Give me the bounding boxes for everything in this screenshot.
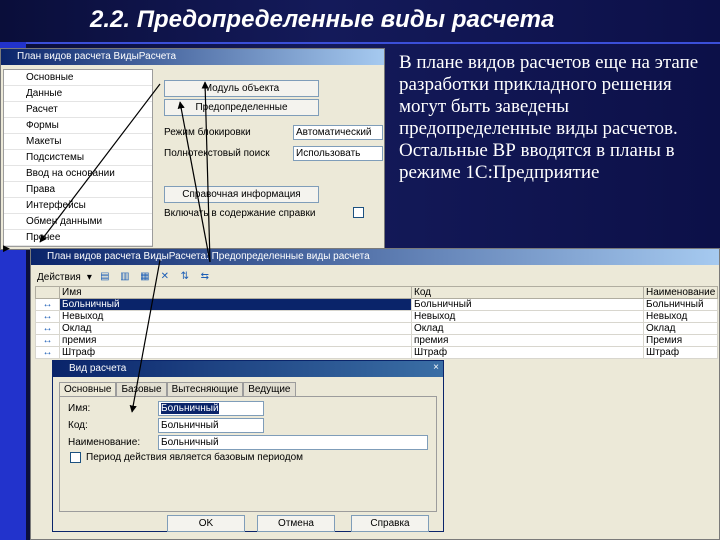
table-row[interactable]: ↔ премия премия Премия [35,334,718,347]
name-value: Больничный [161,403,219,414]
row-name: Больничный [59,298,412,311]
row-title: Штраф [643,346,718,359]
arrow-left-right-icon: ↔ [35,346,60,359]
dialog-panel: Имя: Больничный Код: Больничный Наименов… [59,396,437,512]
plan-window: План видов расчета ВидыРасчета Основные … [0,48,385,253]
dialog-titlebar[interactable]: Вид расчета [53,361,443,377]
row-name: Невыход [59,310,412,323]
tab-leading[interactable]: Ведущие [243,382,296,396]
row-name: премия [59,334,412,347]
dialog-tabs: Основные Базовые Вытесняющие Ведущие [59,382,296,396]
row-title: Невыход [643,310,718,323]
table-row[interactable]: ↔ Оклад Оклад Оклад [35,322,718,335]
desc-label: Наименование: [68,437,141,448]
column-title[interactable]: Наименование [643,286,718,299]
edit-icon[interactable]: ▦ [138,271,152,283]
lock-mode-label: Режим блокировки [164,127,251,138]
row-title: Больничный [643,298,718,311]
column-code[interactable]: Код [411,286,644,299]
row-code: Штраф [411,346,644,359]
period-checkbox-label: Период действия является базовым периодо… [86,452,304,463]
table-row[interactable]: ↔ Больничный Больничный Больничный [35,298,718,311]
row-name: Штраф [59,346,412,359]
sidebar-item-layouts[interactable]: Макеты [4,134,152,150]
table-row[interactable]: ↔ Невыход Невыход Невыход [35,310,718,323]
row-name: Оклад [59,322,412,335]
ok-button[interactable]: OK [167,515,245,532]
close-icon[interactable]: × [433,362,439,373]
help-button[interactable]: Справка [351,515,429,532]
sidebar-item-interfaces[interactable]: Интерфейсы [4,198,152,214]
code-label: Код: [68,420,88,431]
tab-displacing[interactable]: Вытесняющие [166,382,244,396]
triangle-right-icon: ▶ [3,243,10,253]
name-field[interactable]: Больничный [158,401,264,416]
module-button[interactable]: Модуль объекта [164,80,319,97]
row-code: Оклад [411,322,644,335]
delete-icon[interactable]: ✕ [158,271,172,283]
cancel-button[interactable]: Отмена [257,515,335,532]
lock-mode-field[interactable]: Автоматический [293,125,383,140]
fulltext-label: Полнотекстовый поиск [164,148,270,159]
accent-line [26,42,720,44]
help-info-button[interactable]: Справочная информация [164,186,319,203]
row-code: Невыход [411,310,644,323]
plan-sidebar: Основные Данные Расчет Формы Макеты Подс… [3,69,153,247]
name-label: Имя: [68,403,91,414]
fulltext-field[interactable]: Использовать [293,146,383,161]
arrow-left-right-icon: ↔ [35,298,60,311]
desc-field[interactable]: Больничный [158,435,428,450]
arrow-left-right-icon: ↔ [35,322,60,335]
help-include-checkbox[interactable] [353,207,364,218]
predefined-button[interactable]: Предопределенные [164,99,319,116]
column-name[interactable]: Имя [59,286,412,299]
sidebar-item-other[interactable]: Прочее [4,230,152,246]
arrow-left-right-icon: ↔ [35,334,60,347]
sidebar-item-exchange[interactable]: Обмен данными [4,214,152,230]
row-code: премия [411,334,644,347]
sidebar-item-calc[interactable]: Расчет [4,102,152,118]
column-marker [35,286,60,299]
row-title: Премия [643,334,718,347]
row-code: Больничный [411,298,644,311]
predefined-window-titlebar[interactable]: План видов расчета ВидыРасчета: Предопре… [31,249,719,265]
slide-title: 2.2. Предопределенные виды расчета [90,6,555,33]
plan-window-titlebar[interactable]: План видов расчета ВидыРасчета [1,49,384,65]
sidebar-item-subsystems[interactable]: Подсистемы [4,150,152,166]
help-include-label: Включать в содержание справки [164,208,316,219]
sidebar-item-data[interactable]: Данные [4,86,152,102]
arrow-left-right-icon: ↔ [35,310,60,323]
add-icon[interactable]: ▤ [98,271,112,283]
period-checkbox[interactable] [70,452,81,463]
sidebar-item-input-basis[interactable]: Ввод на основании [4,166,152,182]
row-title: Оклад [643,322,718,335]
tab-base[interactable]: Базовые [116,382,167,396]
table-row[interactable]: ↔ Штраф Штраф Штраф [35,346,718,359]
tab-basic[interactable]: Основные [59,382,117,396]
code-field[interactable]: Больничный [158,418,264,433]
copy-icon[interactable]: ▥ [118,271,132,283]
predefined-table: Имя Код Наименование ↔ Больничный Больни… [35,286,718,359]
actions-menu[interactable]: Действия [37,272,81,283]
sidebar-item-forms[interactable]: Формы [4,118,152,134]
sidebar-item-rights[interactable]: Права [4,182,152,198]
move-icon[interactable]: ⇆ [198,271,212,283]
sort-icon[interactable]: ⇅ [178,271,192,283]
chevron-down-icon[interactable]: ▾ [87,272,92,283]
sidebar-item-basic[interactable]: Основные [4,70,152,86]
calc-kind-dialog: Вид расчета × Основные Базовые Вытесняющ… [52,360,444,532]
list-toolbar: Действия ▾ ▤ ▥ ▦ ✕ ⇅ ⇆ [37,269,212,285]
slide-body-text: В плане видов расчетов еще на этапе разр… [399,52,699,183]
